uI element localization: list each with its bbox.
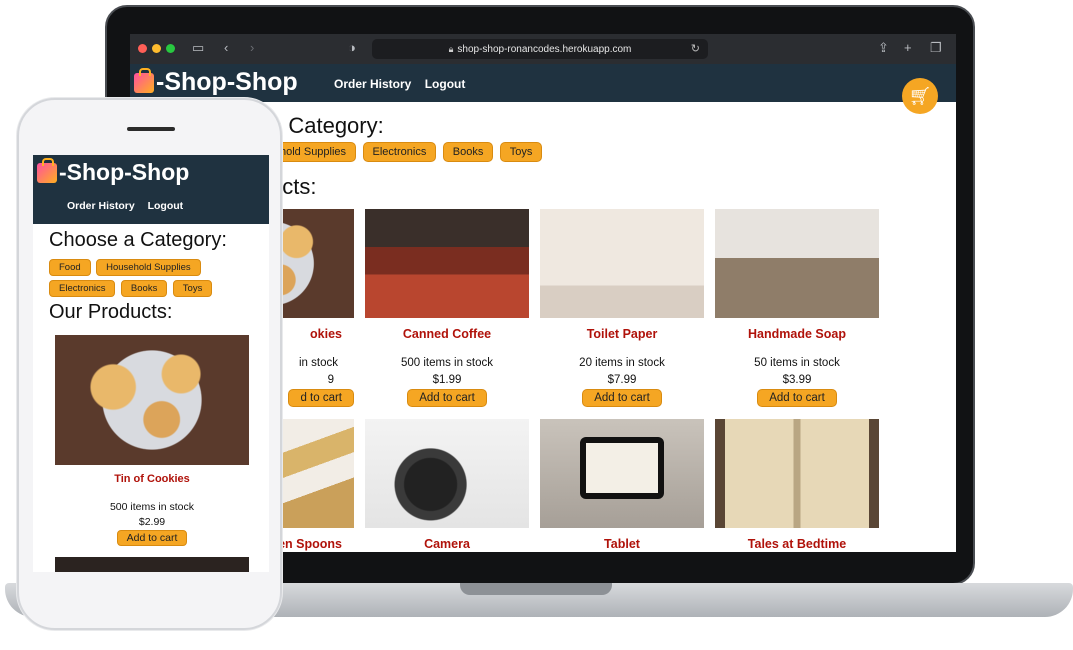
product-card: Toilet Paper 20 items in stock $7.99 Add…: [540, 209, 704, 407]
category-heading: Choose a Category:: [49, 229, 227, 251]
share-icon[interactable]: ⇪: [878, 40, 889, 56]
shield-icon[interactable]: ◑: [348, 40, 356, 56]
product-name[interactable]: Tales at Bedtime: [715, 537, 879, 551]
lock-icon: 🔒︎: [448, 44, 454, 54]
shopping-bag-icon: [134, 68, 154, 93]
product-card: Handmade Soap 50 items in stock $3.99 Ad…: [715, 209, 879, 407]
product-image[interactable]: [365, 209, 529, 318]
product-stock: 500 items in stock: [109, 501, 195, 513]
category-electronics[interactable]: Electronics: [49, 280, 116, 297]
product-name[interactable]: Tablet: [540, 537, 704, 551]
product-card: Tin of Cookies 500 items in stock $2.99 …: [55, 335, 249, 546]
nav-logout[interactable]: Logout: [425, 77, 466, 91]
site-logo[interactable]: -Shop-Shop: [37, 158, 190, 186]
site-header: -Shop-Shop Order History Logout: [33, 155, 269, 224]
logo-text: -Shop-Shop: [156, 68, 298, 96]
product-stock: 20 items in stock: [579, 357, 665, 369]
tab-overview-icon[interactable]: ❐: [930, 40, 942, 56]
mockup-stage: ▭ ‹ › ◑ 🔒︎ shop-shop-ronancodes.herokuapp…: [0, 0, 1073, 650]
category-toys[interactable]: Toys: [172, 280, 213, 297]
category-list: Food Household Supplies Electronics Book…: [49, 257, 219, 299]
category-books[interactable]: Books: [442, 142, 494, 162]
category-food[interactable]: Food: [49, 259, 91, 276]
phone-frame: -Shop-Shop Order History Logout Choose a…: [17, 98, 282, 630]
nav-logout[interactable]: Logout: [148, 200, 184, 212]
address-bar[interactable]: 🔒︎ shop-shop-ronancodes.herokuapp.com ↻: [372, 39, 708, 59]
phone-screen: -Shop-Shop Order History Logout Choose a…: [33, 155, 269, 572]
site-header: -Shop-Shop Order History Logout: [130, 64, 956, 102]
phone-speaker: [127, 127, 175, 131]
nav-order-history[interactable]: Order History: [67, 200, 135, 212]
category-household[interactable]: Household Supplies: [96, 259, 201, 276]
forward-icon[interactable]: ›: [250, 40, 254, 56]
products-heading: Our Products:: [49, 301, 173, 323]
product-card: Tablet: [540, 419, 704, 551]
product-card: Canned Coffee 500 items in stock $1.99 A…: [365, 209, 529, 407]
product-name[interactable]: Canned Coffee: [365, 327, 529, 341]
maximize-window-icon[interactable]: [166, 44, 175, 53]
product-price: $2.99: [138, 516, 166, 528]
shopping-bag-icon: [37, 158, 57, 183]
product-name[interactable]: Toilet Paper: [540, 327, 704, 341]
shopping-cart-icon[interactable]: 🛒︎: [902, 78, 938, 114]
add-to-cart-button[interactable]: Add to cart: [757, 389, 837, 407]
sidebar-icon[interactable]: ▭: [192, 40, 204, 56]
browser-toolbar: ▭ ‹ › ◑ 🔒︎ shop-shop-ronancodes.herokuapp…: [130, 34, 956, 64]
product-stock: 50 items in stock: [754, 357, 840, 369]
url-text: shop-shop-ronancodes.herokuapp.com: [457, 44, 632, 55]
laptop-notch: [460, 583, 612, 595]
product-price: $7.99: [607, 374, 637, 386]
site-nav: Order History Logout: [334, 77, 475, 91]
category-electronics[interactable]: Electronics: [362, 142, 437, 162]
nav-order-history[interactable]: Order History: [334, 77, 411, 91]
new-tab-icon[interactable]: +: [904, 40, 912, 56]
next-product-image[interactable]: [55, 557, 249, 572]
category-household[interactable]: hold Supplies: [270, 142, 357, 162]
product-price: $1.99: [432, 374, 462, 386]
logo-text: -Shop-Shop: [59, 159, 190, 185]
product-card: Camera: [365, 419, 529, 551]
category-list: hold Supplies Electronics Books Toys: [270, 142, 544, 162]
product-image[interactable]: [540, 209, 704, 318]
add-to-cart-button[interactable]: Add to cart: [582, 389, 662, 407]
product-image[interactable]: [715, 209, 879, 318]
site-nav: Order History Logout: [67, 200, 193, 212]
add-to-cart-button[interactable]: Add to cart: [116, 530, 188, 546]
product-name[interactable]: Tin of Cookies: [55, 473, 249, 485]
minimize-window-icon[interactable]: [152, 44, 161, 53]
product-card: Tales at Bedtime: [715, 419, 879, 551]
product-image[interactable]: [365, 419, 529, 528]
product-price: $3.99: [782, 374, 812, 386]
close-window-icon[interactable]: [138, 44, 147, 53]
product-name[interactable]: Camera: [365, 537, 529, 551]
site-logo[interactable]: -Shop-Shop: [134, 68, 298, 97]
back-icon[interactable]: ‹: [224, 40, 228, 56]
product-name[interactable]: Handmade Soap: [715, 327, 879, 341]
category-toys[interactable]: Toys: [499, 142, 543, 162]
product-image[interactable]: [55, 335, 249, 465]
product-image[interactable]: [540, 419, 704, 528]
reload-icon[interactable]: ↻: [691, 39, 700, 59]
category-heading: n Category:: [270, 113, 384, 138]
category-books[interactable]: Books: [120, 280, 168, 297]
add-to-cart-button[interactable]: d to cart: [288, 389, 354, 407]
product-stock: 500 items in stock: [400, 357, 494, 369]
product-image[interactable]: [715, 419, 879, 528]
add-to-cart-button[interactable]: Add to cart: [407, 389, 487, 407]
